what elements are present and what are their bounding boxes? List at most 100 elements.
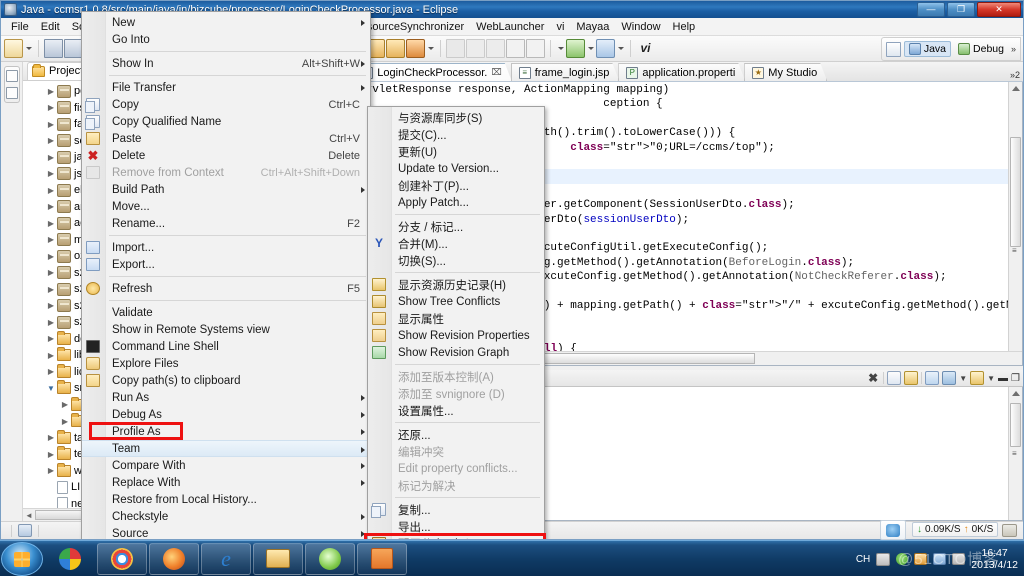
annotation-icon[interactable] (446, 39, 465, 58)
tree-twisty-icon[interactable]: ▶ (45, 202, 57, 211)
menu-item-h[interactable]: 显示资源历史记录(H) (368, 276, 544, 293)
display-selected-console-icon[interactable] (942, 371, 957, 385)
menu-item-go-into[interactable]: Go Into (82, 31, 370, 48)
tree-twisty-icon[interactable]: ▶ (45, 235, 57, 244)
menu-item-team[interactable]: Team (82, 440, 370, 457)
editor-scroll-thumb[interactable] (1010, 137, 1021, 247)
menu-item-[interactable]: 显示属性 (368, 310, 544, 327)
menu-item-run-as[interactable]: Run As (82, 389, 370, 406)
menu-item-build-path[interactable]: Build Path (82, 181, 370, 198)
menu-item-validate[interactable]: Validate (82, 304, 370, 321)
paragraph-icon[interactable] (526, 39, 545, 58)
tree-twisty-icon[interactable]: ▶ (45, 120, 57, 129)
menu-item-p[interactable]: 创建补丁(P)... (368, 177, 544, 194)
plugin-dropdown-icon[interactable] (586, 39, 595, 58)
editor-tab-close-icon[interactable]: ⌧ (491, 67, 501, 78)
tree-twisty-icon[interactable]: ▶ (45, 367, 57, 376)
tree-twisty-icon[interactable]: ▶ (45, 285, 57, 294)
marker-icon[interactable] (486, 39, 505, 58)
menu-item-debug-as[interactable]: Debug As (82, 406, 370, 423)
project-context-menu[interactable]: New Go Into Show In Alt+Shift+W File Transfe… (81, 11, 371, 539)
taskbar-explorer[interactable] (253, 542, 303, 575)
tree-twisty-icon[interactable]: ▶ (45, 318, 57, 327)
menu-item-source[interactable]: Source (82, 525, 370, 539)
menu-edit[interactable]: Edit (35, 19, 66, 35)
tree-twisty-icon[interactable]: ▶ (45, 450, 57, 459)
terminate-icon[interactable]: ✖ (866, 371, 880, 385)
menu-item-c[interactable]: 提交(C)... (368, 126, 544, 143)
open-console-dropdown-icon[interactable]: ▼ (987, 374, 995, 383)
perspective-more-icon[interactable]: » (1011, 44, 1016, 54)
editor-tabs-overflow[interactable]: »2 (1010, 70, 1020, 80)
menu-item-show-revision-graph[interactable]: Show Revision Graph (368, 344, 544, 361)
menu-item-m[interactable]: Y 合并(M)... (368, 235, 544, 252)
console-scroll-up-icon[interactable] (1012, 391, 1020, 396)
open-perspective-icon[interactable] (885, 41, 901, 57)
tree-twisty-icon[interactable]: ▶ (59, 400, 71, 409)
menu-item-new[interactable]: New (82, 14, 370, 31)
plugin-icon[interactable] (566, 39, 585, 58)
close-button[interactable]: ✕ (977, 2, 1021, 17)
menu-item-paste[interactable]: Paste Ctrl+V (82, 130, 370, 147)
menu-item-update-to-version[interactable]: Update to Version... (368, 160, 544, 177)
deploy-icon[interactable] (596, 39, 615, 58)
menu-item-[interactable]: 还原... (368, 426, 544, 443)
menu-item-show-in[interactable]: Show In Alt+Shift+W (82, 55, 370, 72)
menu-item-copy-path-s-to-clipboard[interactable]: Copy path(s) to clipboard (82, 372, 370, 389)
console-scroll-thumb[interactable] (1010, 403, 1021, 447)
menu-item-export[interactable]: Export... (82, 256, 370, 273)
minimize-view-icon[interactable]: ▬ (998, 373, 1008, 384)
tree-twisty-icon[interactable]: ▶ (45, 334, 57, 343)
menu-item-delete[interactable]: ✖ Delete Delete (82, 147, 370, 164)
taskbar-firefox[interactable] (149, 542, 199, 575)
taskbar-pinned-app[interactable] (45, 543, 95, 575)
pencil-icon[interactable] (466, 39, 485, 58)
tree-twisty-icon[interactable]: ▶ (45, 136, 57, 145)
toolbar-overflow-icon[interactable] (556, 39, 565, 58)
tree-twisty-icon[interactable]: ▼ (45, 384, 57, 393)
menu-weblauncher[interactable]: WebLauncher (470, 19, 550, 35)
tree-twisty-icon[interactable]: ▶ (45, 87, 57, 96)
menu-window[interactable]: Window (615, 19, 666, 35)
tree-twisty-icon[interactable]: ▶ (45, 466, 57, 475)
pin-console-icon[interactable] (925, 371, 940, 385)
tree-twisty-icon[interactable]: ▶ (45, 351, 57, 360)
menu-item-show-revision-properties[interactable]: Show Revision Properties (368, 327, 544, 344)
menu-item-[interactable]: 复制... (368, 501, 544, 518)
ime-indicator[interactable]: CH (856, 554, 870, 565)
network-status-icon[interactable] (952, 553, 966, 565)
open-folder-icon[interactable] (386, 39, 405, 58)
menu-item-command-line-shell[interactable]: Command Line Shell (82, 338, 370, 355)
menu-file[interactable]: File (5, 19, 35, 35)
menu-item-move[interactable]: Move... (82, 198, 370, 215)
menu-item-explore-files[interactable]: Explore Files (82, 355, 370, 372)
tree-twisty-icon[interactable]: ▶ (45, 268, 57, 277)
menu-item-s[interactable]: 切换(S)... (368, 252, 544, 269)
edit-icon[interactable] (406, 39, 425, 58)
scroll-lock-icon[interactable] (904, 371, 919, 385)
taskbar-player[interactable] (305, 542, 355, 575)
tree-twisty-icon[interactable]: ▶ (45, 169, 57, 178)
tree-twisty-icon[interactable]: ▶ (45, 301, 57, 310)
menu-item-restore-from-local-history[interactable]: Restore from Local History... (82, 491, 370, 508)
menu-item-file-transfer[interactable]: File Transfer (82, 79, 370, 96)
perspective-java[interactable]: Java (903, 41, 952, 57)
menu-item-replace-with[interactable]: Replace With (82, 474, 370, 491)
console-dropdown-icon[interactable]: ▼ (959, 374, 967, 383)
editor-tab[interactable]: JLoginCheckProcessor.⌧ (353, 63, 511, 81)
tree-twisty-icon[interactable]: ▶ (45, 153, 57, 162)
perspective-debug[interactable]: Debug (954, 42, 1008, 56)
taskbar-ie[interactable]: e (201, 542, 251, 575)
vi-mode-icon[interactable]: vi (636, 39, 655, 58)
scroll-left-icon[interactable]: ◄ (23, 511, 35, 520)
minimize-button[interactable]: — (917, 2, 945, 17)
menu-item-[interactable]: 设置属性... (368, 402, 544, 419)
menu-item-s[interactable]: 与资源库同步(S) (368, 109, 544, 126)
editor-tab[interactable]: ≡ frame_login.jsp (511, 63, 620, 81)
console-vertical-scrollbar[interactable]: ≡ (1008, 387, 1022, 520)
save-icon[interactable] (44, 39, 63, 58)
menu-item-[interactable]: 导出... (368, 518, 544, 535)
start-button-icon[interactable] (1, 541, 43, 576)
menu-vi[interactable]: vi (550, 19, 570, 35)
tray-green-icon[interactable] (896, 553, 909, 565)
